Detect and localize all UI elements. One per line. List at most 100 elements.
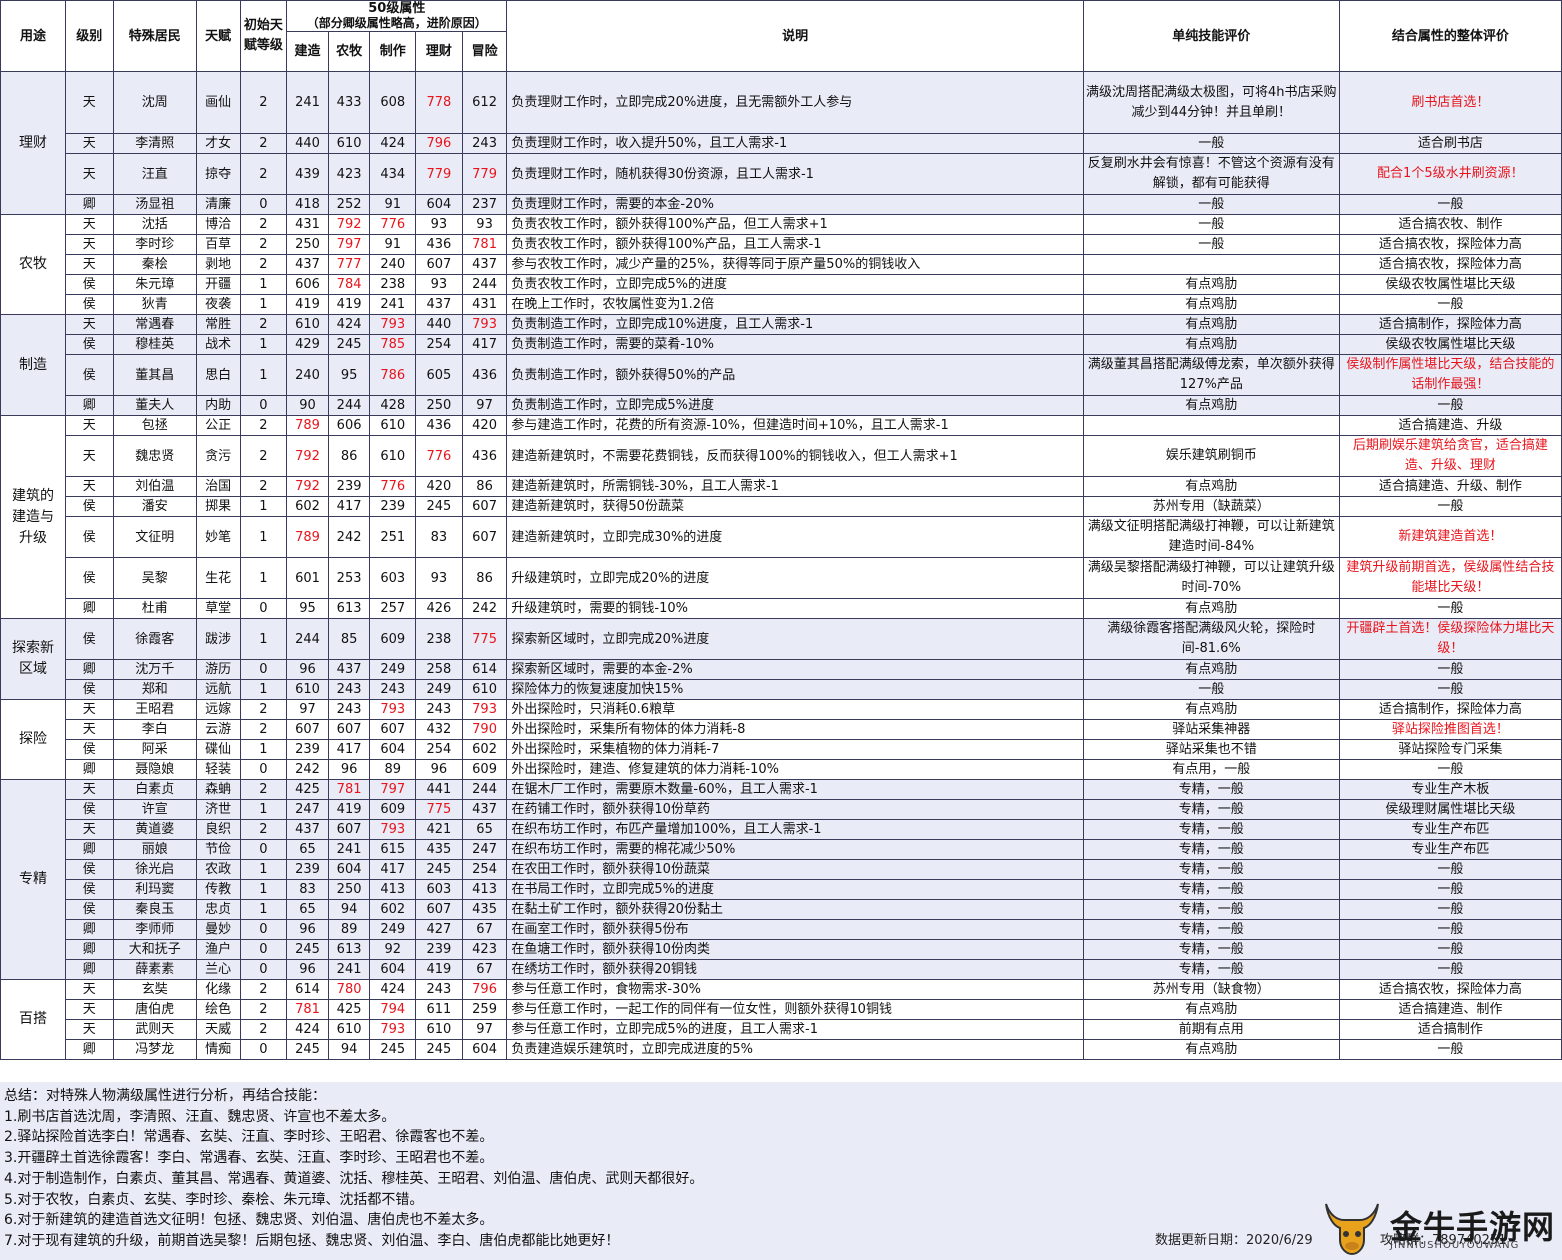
overall-eval-cell: 适合搞建造、升级、制作 (1338, 476, 1562, 497)
attr-explore-value: 65 (461, 819, 508, 840)
bull-icon (1325, 1203, 1379, 1256)
attr-explore-value: 67 (461, 919, 508, 940)
attr-craft-value: 92 (369, 939, 417, 960)
attr-finance-value: 249 (415, 679, 463, 700)
table-row: 天武则天 天威 2 424 610 793 610 97 参与任意工作时，立即完成5%的进度，且… (1, 1019, 1562, 1040)
header-resident: 特殊居民 (112, 0, 197, 72)
attr-craft-value: 249 (369, 919, 417, 940)
attr-craft-value: 245 (369, 1039, 417, 1060)
attr-finance-value: 605 (415, 354, 463, 396)
skill-eval-cell: 苏州专用（缺食物） (1082, 979, 1340, 1000)
description-cell: 探索新区域时，立即完成20%进度 (506, 618, 1084, 660)
skill-eval-cell: 一般 (1082, 214, 1340, 235)
rank-cell: 侯 (64, 496, 114, 517)
description-cell: 负责制造工作时，需要的菜肴-10% (506, 334, 1084, 355)
attr-craft-value: 89 (369, 759, 417, 780)
attr-explore-value: 431 (461, 294, 508, 315)
skill-eval-cell: 娱乐建筑刷铜币 (1082, 435, 1340, 477)
attr-build-value: 242 (286, 759, 329, 780)
attr-craft-value: 91 (369, 234, 417, 255)
talent-cell: 渔户 (195, 939, 241, 960)
overall-eval-cell: 驿站探险推图首选！ (1338, 719, 1562, 740)
attr-farm-value: 777 (327, 254, 371, 275)
overall-eval-cell: 建筑升级前期首选，侯级属性结合技能堪比天级！ (1338, 557, 1562, 599)
skill-eval-cell: 有点鸡肋 (1082, 294, 1340, 315)
attr-finance-value: 250 (415, 395, 463, 416)
talent-cell: 天威 (195, 1019, 241, 1040)
attr-craft-value: 604 (369, 739, 417, 760)
attr-explore-value: 243 (461, 133, 508, 154)
rank-cell: 卿 (64, 939, 114, 960)
summary-line: 4.对于制造制作，白素贞、董其昌、常遇春、黄道婆、沈括、穆桂英、王昭君、刘伯温、… (4, 1170, 704, 1187)
resident-name: 阿采 (112, 739, 197, 760)
attr-craft-value: 610 (369, 415, 417, 436)
talent-cell: 传教 (195, 879, 241, 900)
attr-build-value: 96 (286, 959, 329, 980)
description-cell: 在农田工作时，额外获得10份蔬菜 (506, 859, 1084, 880)
attr-finance-value: 93 (415, 274, 463, 295)
attr-explore-value: 602 (461, 739, 508, 760)
attr-farm-value: 243 (327, 699, 371, 720)
attr-finance-value: 254 (415, 334, 463, 355)
table-row: 侯吴黎 生花 1 601 253 603 93 86 升级建筑时，立即完成20%的进度 满级吴黎搭… (1, 557, 1562, 599)
overall-eval-cell: 一般 (1338, 899, 1562, 920)
init-level-cell: 1 (239, 516, 288, 558)
init-level-cell: 2 (239, 133, 288, 154)
table-body: 理财天沈周 画仙 2 241 433 608 778 612 负责理财工作时，立即完成20%进度… (0, 71, 1562, 1060)
attr-finance-value: 436 (415, 415, 463, 436)
description-cell: 建造新建筑时，立即完成30%的进度 (506, 516, 1084, 558)
resident-name: 利玛窦 (112, 879, 197, 900)
resident-name: 白素贞 (112, 779, 197, 800)
rank-cell: 天 (64, 476, 114, 497)
attr-craft-value: 243 (369, 679, 417, 700)
resident-name: 王昭君 (112, 699, 197, 720)
attr-farm-value: 244 (327, 395, 371, 416)
attr-farm-value: 96 (327, 759, 371, 780)
description-cell: 负责理财工作时，收入提升50%，且工人需求-1 (506, 133, 1084, 154)
attr-explore-value: 413 (461, 879, 508, 900)
attr-craft-value: 786 (369, 354, 417, 396)
resident-name: 汪直 (112, 153, 197, 195)
talent-cell: 远航 (195, 679, 241, 700)
init-level-cell: 1 (239, 799, 288, 820)
overall-eval-cell: 后期刷娱乐建筑给贪官，适合搞建造、升级、理财 (1338, 435, 1562, 477)
init-level-cell: 0 (239, 659, 288, 680)
rank-cell: 侯 (64, 557, 114, 599)
skill-eval-cell: 专精，一般 (1082, 939, 1340, 960)
resident-name: 聂隐娘 (112, 759, 197, 780)
skill-eval-cell: 满级徐霞客搭配满级风火轮，探险时间-81.6% (1082, 618, 1340, 660)
attr-finance-value: 93 (415, 214, 463, 235)
init-level-cell: 2 (239, 1019, 288, 1040)
overall-eval-cell: 一般 (1338, 598, 1562, 619)
rank-cell: 天 (64, 133, 114, 154)
skill-eval-cell: 满级沈周搭配满级太极图，可将4h书店采购减少到44分钟！并且单刷！ (1082, 71, 1340, 134)
table-row: 侯文征明 妙笔 1 789 242 251 83 607 建造新建筑时，立即完成30%的进度 满级… (1, 516, 1562, 558)
attr-finance-value: 440 (415, 314, 463, 335)
header-explore: 冒险 (461, 31, 508, 72)
table-row: 天汪直 掠夺 2 439 423 434 779 779 负责理财工作时，随机获得30份资源，且… (1, 153, 1562, 195)
rank-cell: 侯 (64, 274, 114, 295)
attr-craft-value: 417 (369, 859, 417, 880)
table-row: 卿大和抚子 渔户 0 245 613 92 239 423 在鱼塘工作时，额外获得10份肉类 专精… (1, 939, 1562, 960)
skill-eval-cell: 驿站采集也不错 (1082, 739, 1340, 760)
table-row: 卿杜甫 草堂 0 95 613 257 426 242 升级建筑时，需要的铜钱-10% 有点鸡肋一… (1, 598, 1562, 619)
overall-eval-cell: 一般 (1338, 659, 1562, 680)
attr-finance-value: 432 (415, 719, 463, 740)
init-level-cell: 0 (239, 919, 288, 940)
init-level-cell: 1 (239, 334, 288, 355)
init-level-cell: 0 (239, 839, 288, 860)
rank-cell: 天 (64, 71, 114, 134)
talent-cell: 跋涉 (195, 618, 241, 660)
attr-build-value: 789 (286, 516, 329, 558)
attr-farm-value: 610 (327, 133, 371, 154)
init-level-cell: 0 (239, 598, 288, 619)
table-row: 天李白 云游 2 607 607 607 432 790 外出探险时，采集所有物体的体力消耗-8… (1, 719, 1562, 740)
attr-build-value: 240 (286, 354, 329, 396)
description-cell: 升级建筑时，立即完成20%的进度 (506, 557, 1084, 599)
overall-eval-cell: 侯级农牧属性堪比天级 (1338, 334, 1562, 355)
description-cell: 升级建筑时，需要的铜钱-10% (506, 598, 1084, 619)
description-cell: 建造新建筑时，获得50份蔬菜 (506, 496, 1084, 517)
talent-cell: 草堂 (195, 598, 241, 619)
attr-craft-value: 603 (369, 557, 417, 599)
attr-finance-value: 776 (415, 435, 463, 477)
